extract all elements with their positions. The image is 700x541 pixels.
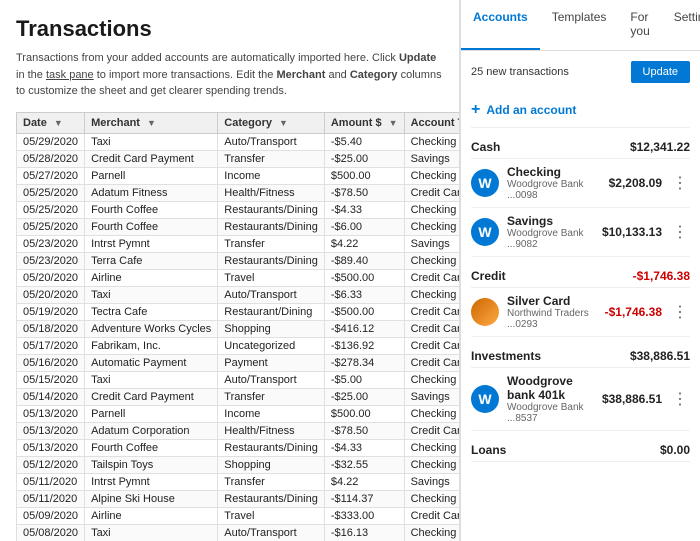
account-category-name: Loans bbox=[471, 443, 506, 457]
account-sub: Woodgrove Bank ...0098 bbox=[507, 179, 601, 201]
table-row: 05/29/2020TaxiAuto/Transport-$5.40Checki… bbox=[17, 133, 461, 150]
account-name: Silver Card bbox=[507, 294, 597, 308]
account-section: Cash$12,341.22WCheckingWoodgrove Bank ..… bbox=[471, 136, 690, 257]
account-name: Checking bbox=[507, 165, 601, 179]
account-menu-icon[interactable]: ⋮ bbox=[670, 302, 690, 322]
table-row: 05/19/2020Tectra CafeRestaurant/Dining-$… bbox=[17, 303, 461, 320]
account-icon: W bbox=[471, 169, 499, 197]
table-row: 05/23/2020Intrst PymntTransfer$4.22Savin… bbox=[17, 235, 461, 252]
tab-settings[interactable]: Settings bbox=[662, 0, 700, 50]
table-row: 05/25/2020Fourth CoffeeRestaurants/Dinin… bbox=[17, 218, 461, 235]
account-item: W CheckingWoodgrove Bank ...0098 $2,208.09… bbox=[471, 159, 690, 208]
page-title: Transactions bbox=[16, 16, 443, 42]
left-panel: Transactions Transactions from your adde… bbox=[0, 0, 460, 541]
table-row: 05/13/2020Adatum CorporationHealth/Fitne… bbox=[17, 422, 461, 439]
account-category-row: Cash $12,341.22 bbox=[471, 136, 690, 159]
tabs-bar: Accounts Templates For you Settings bbox=[461, 0, 700, 51]
account-icon: W bbox=[471, 385, 499, 413]
account-icon bbox=[471, 298, 499, 326]
account-category-total: $12,341.22 bbox=[630, 140, 690, 154]
col-merchant[interactable]: Merchant ▼ bbox=[85, 112, 218, 133]
new-transactions-bar: 25 new transactions Update bbox=[471, 61, 690, 83]
table-row: 05/20/2020TaxiAuto/Transport-$6.33Checki… bbox=[17, 286, 461, 303]
account-details: Silver CardNorthwind Traders ...0293 bbox=[507, 294, 597, 330]
account-details: CheckingWoodgrove Bank ...0098 bbox=[507, 165, 601, 201]
account-category-name: Investments bbox=[471, 349, 541, 363]
account-details: SavingsWoodgrove Bank ...9082 bbox=[507, 214, 594, 250]
account-menu-icon[interactable]: ⋮ bbox=[670, 173, 690, 193]
update-button[interactable]: Update bbox=[631, 61, 690, 83]
accounts-sections: Cash$12,341.22WCheckingWoodgrove Bank ..… bbox=[471, 136, 690, 462]
account-amount: $10,133.13 bbox=[602, 225, 662, 239]
account-item: W SavingsWoodgrove Bank ...9082 $10,133.13… bbox=[471, 208, 690, 257]
account-menu-icon[interactable]: ⋮ bbox=[670, 389, 690, 409]
account-name: Woodgrove bank 401k bbox=[507, 374, 594, 402]
account-details: Woodgrove bank 401kWoodgrove Bank ...853… bbox=[507, 374, 594, 424]
col-amount[interactable]: Amount $ ▼ bbox=[324, 112, 404, 133]
table-row: 05/25/2020Fourth CoffeeRestaurants/Dinin… bbox=[17, 201, 461, 218]
account-sub: Woodgrove Bank ...8537 bbox=[507, 402, 594, 424]
account-category-name: Cash bbox=[471, 140, 500, 154]
account-category-row: Investments $38,886.51 bbox=[471, 345, 690, 368]
account-amount: $2,208.09 bbox=[609, 176, 662, 190]
account-category-total: -$1,746.38 bbox=[633, 269, 690, 283]
right-content: 25 new transactions Update + Add an acco… bbox=[461, 51, 700, 541]
account-section: Loans $0.00 bbox=[471, 439, 690, 462]
table-row: 05/27/2020ParnellIncome$500.00Checking bbox=[17, 167, 461, 184]
table-row: 05/23/2020Terra CafeRestaurants/Dining-$… bbox=[17, 252, 461, 269]
table-row: 05/14/2020Credit Card PaymentTransfer-$2… bbox=[17, 388, 461, 405]
table-row: 05/13/2020Fourth CoffeeRestaurants/Dinin… bbox=[17, 439, 461, 456]
account-category-row: Loans $0.00 bbox=[471, 439, 690, 462]
tab-templates[interactable]: Templates bbox=[540, 0, 619, 50]
account-section: Credit-$1,746.38Silver CardNorthwind Tra… bbox=[471, 265, 690, 337]
account-icon: W bbox=[471, 218, 499, 246]
account-category-total: $0.00 bbox=[660, 443, 690, 457]
table-row: 05/09/2020AirlineTravel-$333.00Credit Ca… bbox=[17, 507, 461, 524]
description: Transactions from your added accounts ar… bbox=[16, 50, 443, 100]
account-category-row: Credit -$1,746.38 bbox=[471, 265, 690, 288]
table-row: 05/15/2020TaxiAuto/Transport-$5.00Checki… bbox=[17, 371, 461, 388]
table-row: 05/16/2020Automatic PaymentPayment-$278.… bbox=[17, 354, 461, 371]
col-category[interactable]: Category ▼ bbox=[218, 112, 325, 133]
account-category-name: Credit bbox=[471, 269, 506, 283]
table-row: 05/28/2020Credit Card PaymentTransfer-$2… bbox=[17, 150, 461, 167]
tab-accounts[interactable]: Accounts bbox=[461, 0, 540, 50]
table-row: 05/11/2020Intrst PymntTransfer$4.22Savin… bbox=[17, 473, 461, 490]
add-account-label: Add an account bbox=[486, 103, 576, 117]
table-row: 05/18/2020Adventure Works CyclesShopping… bbox=[17, 320, 461, 337]
account-amount: -$1,746.38 bbox=[605, 305, 662, 319]
table-row: 05/17/2020Fabrikam, Inc.Uncategorized-$1… bbox=[17, 337, 461, 354]
table-row: 05/25/2020Adatum FitnessHealth/Fitness-$… bbox=[17, 184, 461, 201]
account-item: Silver CardNorthwind Traders ...0293 -$1,… bbox=[471, 288, 690, 337]
add-account-row[interactable]: + Add an account bbox=[471, 93, 690, 128]
add-icon: + bbox=[471, 101, 480, 119]
table-row: 05/12/2020Tailspin ToysShopping-$32.55Ch… bbox=[17, 456, 461, 473]
new-transactions-count: 25 new transactions bbox=[471, 66, 569, 78]
tab-for-you[interactable]: For you bbox=[618, 0, 661, 50]
account-category-total: $38,886.51 bbox=[630, 349, 690, 363]
account-menu-icon[interactable]: ⋮ bbox=[670, 222, 690, 242]
col-date[interactable]: Date ▼ bbox=[17, 112, 85, 133]
right-panel: Accounts Templates For you Settings 25 n… bbox=[460, 0, 700, 541]
account-section: Investments $38,886.51 W Woodgrove bank 401… bbox=[471, 345, 690, 431]
account-item: W Woodgrove bank 401kWoodgrove Bank ...85… bbox=[471, 368, 690, 431]
col-account-type[interactable]: Account Type ▼ bbox=[404, 112, 460, 133]
account-sub: Northwind Traders ...0293 bbox=[507, 308, 597, 330]
table-row: 05/20/2020AirlineTravel-$500.00Credit Ca… bbox=[17, 269, 461, 286]
account-amount: $38,886.51 bbox=[602, 392, 662, 406]
account-name: Savings bbox=[507, 214, 594, 228]
transactions-table: Date ▼ Merchant ▼ Category ▼ Amount $ ▼ … bbox=[16, 112, 460, 541]
table-row: 05/11/2020Alpine Ski HouseRestaurants/Di… bbox=[17, 490, 461, 507]
table-row: 05/08/2020TaxiAuto/Transport-$16.13Check… bbox=[17, 524, 461, 541]
account-sub: Woodgrove Bank ...9082 bbox=[507, 228, 594, 250]
table-row: 05/13/2020ParnellIncome$500.00Checking bbox=[17, 405, 461, 422]
